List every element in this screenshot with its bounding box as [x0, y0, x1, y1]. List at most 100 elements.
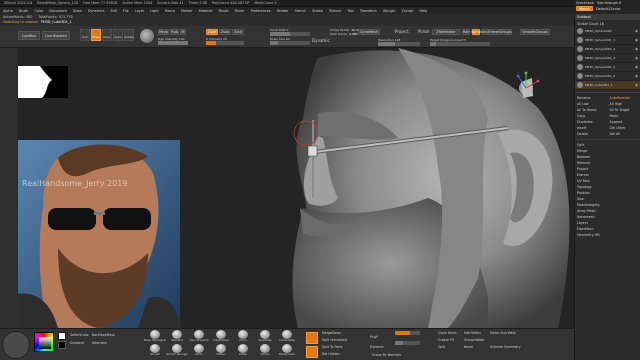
eye-icon[interactable]: ◉ — [635, 29, 638, 33]
split-unmasked-button[interactable]: Split Unmasked — [322, 338, 347, 342]
del-hidden-2-button[interactable]: DelHidden — [464, 331, 481, 335]
brush-trimdynamic[interactable]: TrimDynamic — [277, 344, 297, 356]
brush-pinch[interactable]: Pinch — [233, 330, 253, 342]
backface-mask-button[interactable]: BackfaceMask — [92, 333, 115, 337]
group-visible-button[interactable]: GroupVisible — [464, 338, 484, 342]
menu-color[interactable]: Color — [34, 9, 43, 13]
del-hidden-button[interactable]: Del Hidden — [322, 352, 340, 356]
menu-dynamics[interactable]: Dynamics — [88, 9, 105, 13]
default-zscript[interactable]: DefaultZScript — [596, 7, 621, 11]
action-del-all-button[interactable]: Del All — [608, 131, 640, 137]
menu-zplugin[interactable]: Zplugin — [383, 9, 396, 13]
focal-shift-slider[interactable] — [270, 32, 310, 36]
menu-texture[interactable]: Texture — [329, 9, 341, 13]
action-delete-button[interactable]: Delete — [575, 131, 608, 137]
menu-picker[interactable]: Picker — [235, 9, 245, 13]
dynamic-button[interactable]: Dynamic — [312, 38, 330, 43]
menus-button[interactable]: Menus — [576, 6, 594, 11]
brush-claytubes[interactable]: ClayTubes — [255, 330, 275, 342]
brush-preview[interactable] — [2, 331, 30, 359]
subtool-item[interactable]: PM3D_Sphere3D1_1 ◉ — [575, 36, 640, 45]
z-intensity-slider[interactable] — [206, 41, 244, 45]
eye-icon[interactable]: ◉ — [635, 74, 638, 78]
subtool-item[interactable]: PM3D_Sphere3D1_4 ◉ — [575, 63, 640, 72]
smooth-groups-button[interactable]: SmoothGroups — [520, 29, 550, 35]
subtool-item[interactable]: PM3D_Sphere3D1_3 ◉ — [575, 54, 640, 63]
brush-inflate[interactable]: Inflate — [233, 344, 253, 356]
freeze-groups-button[interactable]: FreezeGroups — [488, 29, 512, 35]
main-color-swatch[interactable] — [58, 332, 66, 340]
menu-preferences[interactable]: Preferences — [251, 9, 271, 13]
submenu-geometry-hd[interactable]: Geometry HD — [575, 232, 640, 238]
subtool-header[interactable]: Subtool — [575, 14, 640, 20]
mrgb-button[interactable]: Mrgb — [158, 29, 169, 35]
eye-icon[interactable]: ◉ — [635, 38, 638, 42]
brush-smooth-stronger[interactable]: Smooth Stronger — [166, 344, 188, 356]
tool-scale-button[interactable]: Scale — [113, 29, 123, 41]
tool-move-button[interactable]: Move — [102, 29, 112, 41]
activate-symmetry-button[interactable]: Activate Symmetry — [490, 345, 521, 349]
zremesher-button[interactable]: ZRemesher — [432, 29, 460, 35]
brush-flatten[interactable]: Flatten — [211, 344, 231, 356]
dynamic-subdiv-button[interactable]: Dynamic — [370, 345, 384, 349]
polyframe-button[interactable]: PolyF — [370, 335, 378, 339]
subdiv-slider[interactable] — [395, 331, 420, 335]
half-button[interactable]: Half — [462, 29, 470, 35]
tool-edit-button[interactable]: Edit — [80, 29, 90, 41]
subtool-item[interactable]: PM3D_Sphere3D1_5 ◉ — [575, 72, 640, 81]
menu-stencil[interactable]: Stencil — [295, 9, 306, 13]
menu-transform[interactable]: Transform — [360, 9, 377, 13]
menu-help[interactable]: Help — [419, 9, 427, 13]
color-picker[interactable] — [34, 332, 54, 352]
project-button[interactable]: Project — [395, 29, 409, 34]
menu-brush[interactable]: Brush — [19, 9, 29, 13]
draw-size-slider[interactable] — [270, 41, 310, 45]
menu-marker[interactable]: Marker — [181, 9, 193, 13]
menu-alpha[interactable]: Alpha — [3, 9, 13, 13]
resolution-slider[interactable] — [378, 42, 420, 46]
dynamesh-button[interactable]: DynaMesh — [358, 29, 380, 35]
quicksave-button[interactable]: QuickSave — [576, 1, 594, 5]
polish-button[interactable]: Polish — [418, 29, 430, 34]
brush-smooth[interactable]: Smooth — [145, 344, 165, 356]
menu-edit[interactable]: Edit — [110, 9, 117, 13]
rgb-intensity-slider[interactable] — [158, 41, 188, 45]
live-boolean-button[interactable]: Live Boolean — [42, 31, 70, 40]
brush-claybuildup[interactable]: ClayBuildup — [211, 330, 231, 342]
tool-draw-button[interactable]: Draw — [91, 29, 101, 41]
brush-dam-standard[interactable]: Dam Standard — [189, 330, 209, 342]
menu-tool[interactable]: Tool — [347, 9, 354, 13]
menu-draw[interactable]: Draw — [73, 9, 82, 13]
subtool-item[interactable]: PM3D_Cube3D1_1 ◉ — [575, 81, 640, 90]
menu-zscript[interactable]: Zscript — [402, 9, 414, 13]
eye-icon[interactable]: ◉ — [635, 65, 638, 69]
switch-color-button[interactable]: SwitchColor — [70, 333, 89, 337]
subtool-item[interactable]: PM3D_Sphere3D1 ◉ — [575, 27, 640, 36]
close-holes-button[interactable]: Close Holes — [438, 331, 457, 335]
zadd-button[interactable]: Zadd — [206, 29, 218, 35]
eye-icon[interactable]: ◉ — [635, 56, 638, 60]
crease-pg-button[interactable]: Crease PG — [438, 338, 454, 342]
viewport-canvas[interactable]: RealHandsome_Jerry 2019 — [18, 48, 574, 328]
target-polygons-slider[interactable] — [430, 42, 490, 46]
m-button[interactable]: M — [180, 29, 186, 35]
menu-stroke[interactable]: Stroke — [312, 9, 323, 13]
mirror-weld-button[interactable]: Mirror And Weld — [490, 331, 515, 335]
menu-movie[interactable]: Movie — [218, 9, 228, 13]
brush-move[interactable]: Move — [189, 344, 209, 356]
menu-file[interactable]: File — [123, 9, 129, 13]
secondary-color-swatch[interactable] — [58, 341, 66, 349]
eye-icon[interactable]: ◉ — [635, 83, 638, 87]
sculptris-pro-button[interactable] — [306, 332, 318, 344]
viewport[interactable]: RealHandsome_Jerry 2019 — [18, 48, 574, 328]
brush-standard[interactable]: Standard — [167, 330, 187, 342]
tool-rotate-button[interactable]: Rotate — [124, 29, 134, 41]
see-through-slider[interactable]: See-through 0 — [597, 1, 621, 5]
menu-layer[interactable]: Layer — [135, 9, 144, 13]
same-button[interactable]: Same — [471, 29, 481, 35]
alternate-button[interactable]: Alternate — [92, 341, 107, 345]
group-by-normals-button[interactable]: Group By Normals — [372, 353, 401, 357]
split-button[interactable]: Split — [438, 345, 445, 349]
menu-light[interactable]: Light — [150, 9, 158, 13]
mergedown-button[interactable]: MergeDown — [322, 331, 341, 335]
